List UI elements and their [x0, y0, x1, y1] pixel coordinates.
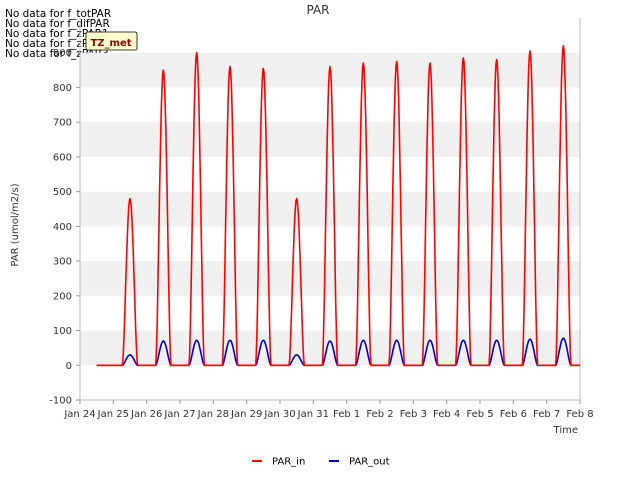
legend: PAR_in PAR_out	[252, 457, 390, 468]
grid-band	[80, 261, 580, 296]
x-tick-label: Feb 6	[500, 409, 527, 420]
x-tick-label: Feb 3	[400, 409, 427, 420]
x-tick-label: Jan 24	[63, 409, 95, 420]
x-tick-label: Feb 4	[433, 409, 460, 420]
grid-band	[80, 191, 580, 227]
x-tick-label: Jan 28	[197, 409, 229, 420]
y-tick-label: -100	[49, 396, 72, 407]
chart-title: PAR	[306, 3, 329, 17]
x-tick-label: Jan 30	[263, 409, 295, 420]
y-tick-label: 700	[53, 118, 72, 129]
y-tick-label: 100	[53, 326, 72, 337]
background-bands	[80, 52, 580, 366]
y-axis-title: PAR (umol/m2/s)	[10, 183, 21, 266]
y-tick-label: 500	[53, 187, 72, 198]
legend-label: PAR_in	[272, 457, 305, 468]
x-tick-label: Feb 5	[466, 409, 493, 420]
grid-band	[80, 122, 580, 157]
y-tick-label: 400	[53, 222, 72, 233]
y-tick-label: 0	[66, 361, 72, 372]
tooltip-label: TZ_met	[90, 38, 131, 49]
grid-band	[80, 330, 580, 366]
x-tick-label: Feb 2	[366, 409, 393, 420]
par-chart: -1000100200300400500600700800900Jan 24 Ja…	[10, 3, 594, 468]
x-tick-label: Jan 25	[97, 409, 129, 420]
y-tick-label: 300	[53, 257, 72, 268]
legend-label: PAR_out	[349, 457, 390, 468]
x-axis-title: Time	[553, 425, 578, 436]
x-tick-label: Jan 26	[130, 409, 162, 420]
y-tick-label: 900	[53, 48, 72, 59]
y-tick-label: 800	[53, 83, 72, 94]
y-tick-label: 600	[53, 152, 72, 163]
x-tick-label: Jan 31	[297, 409, 329, 420]
x-tick-label: Feb 7	[533, 409, 560, 420]
y-tick-label: 200	[53, 291, 72, 302]
site-tooltip[interactable]: TZ_met	[85, 31, 138, 51]
x-tick-label: Jan 27	[163, 409, 195, 420]
x-tick-label: Feb 8	[566, 409, 593, 420]
x-tick-label: Feb 1	[333, 409, 360, 420]
x-tick-label: Jan 29	[230, 409, 262, 420]
